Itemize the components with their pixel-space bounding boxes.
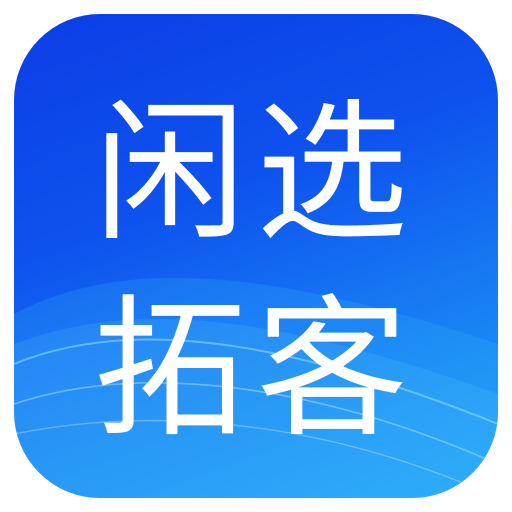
app-icon[interactable]: 闲选 拓客	[14, 14, 498, 498]
app-name: 闲选 拓客	[14, 76, 498, 468]
app-name-line-1: 闲选	[94, 85, 418, 262]
app-name-line-2: 拓客	[94, 281, 418, 458]
